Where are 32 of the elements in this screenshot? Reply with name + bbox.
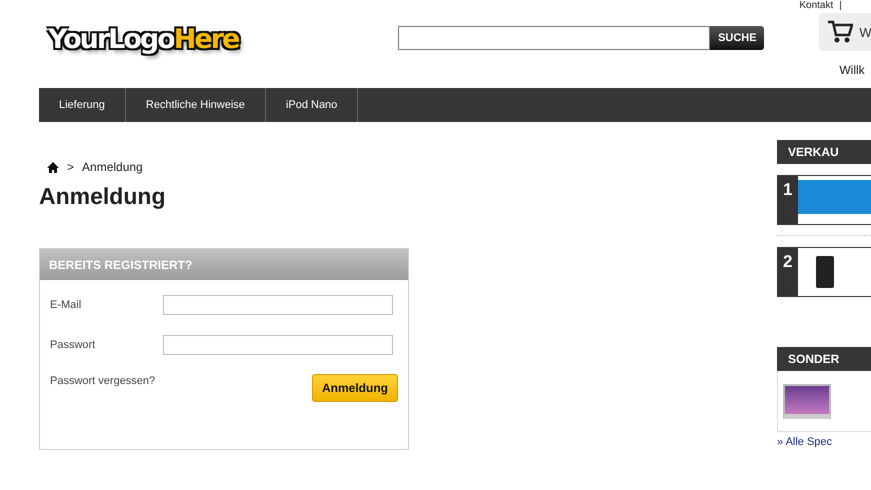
bestseller-item[interactable]: 1	[777, 175, 871, 225]
all-specials-link[interactable]: » Alle Spec	[777, 436, 871, 448]
nav-item[interactable]: Lieferung	[39, 88, 126, 122]
panel-heading: BEREITS REGISTRIERT?	[40, 249, 408, 280]
top-link[interactable]: Kontakt	[799, 0, 834, 12]
rank-number: 2	[778, 248, 798, 296]
breadcrumb-separator: >	[67, 160, 74, 174]
field-label: Passwort	[50, 339, 96, 351]
rank-number: 1	[778, 176, 798, 224]
cart-icon	[827, 20, 854, 44]
login-button[interactable]: Anmeldung	[312, 374, 398, 402]
product-photo-placeholder[interactable]	[816, 256, 834, 288]
field-label: E-Mail	[50, 299, 82, 311]
product-tile[interactable]	[777, 371, 871, 432]
breadcrumb-current: Anmeldung	[82, 160, 143, 174]
nav-item[interactable]: iPod Nano	[266, 88, 358, 122]
link-separator: |	[839, 0, 842, 12]
bestseller-item[interactable]: 2	[777, 247, 871, 297]
product-photo-placeholder[interactable]	[798, 180, 871, 214]
section-heading: SONDER	[777, 347, 871, 371]
nav-item[interactable]: Rechtliche Hinweise	[126, 88, 266, 122]
welcome-text: Willk	[839, 63, 865, 77]
laptop-photo-placeholder	[783, 384, 831, 418]
section-heading: VERKAU	[777, 140, 871, 164]
search-button[interactable]: SUCHE	[710, 26, 764, 50]
logo[interactable]: YourLogoHere	[48, 22, 238, 58]
input-field[interactable]	[163, 335, 393, 355]
home-icon[interactable]	[47, 162, 59, 172]
forgot-password-link[interactable]: Passwort vergessen?	[50, 375, 156, 402]
input-field[interactable]	[163, 295, 393, 315]
page-title: Anmeldung	[39, 183, 166, 210]
search-field[interactable]	[398, 26, 710, 50]
